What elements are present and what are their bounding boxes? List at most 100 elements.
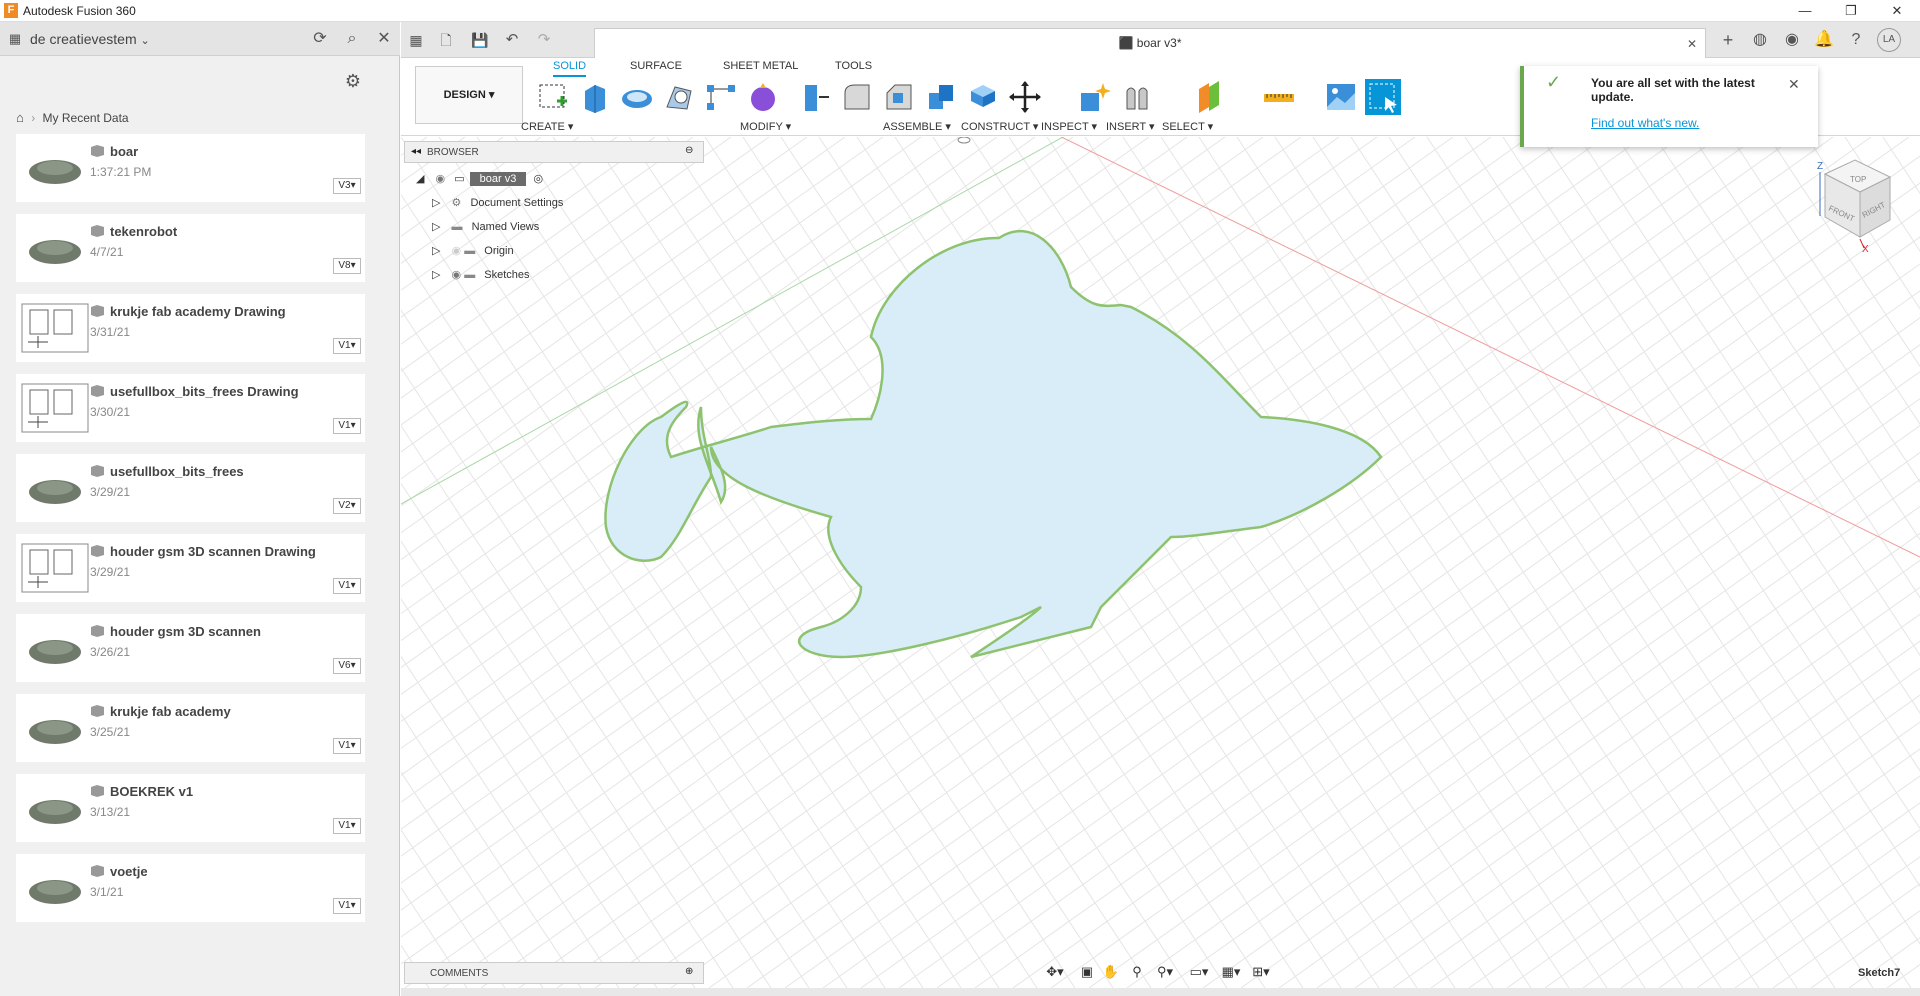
recent-file-card[interactable]: krukje fab academy Drawing 3/31/21 V1▾	[16, 294, 365, 362]
select-icon[interactable]	[1365, 79, 1401, 115]
look-at-icon[interactable]: ▣	[1076, 964, 1098, 982]
visibility-eye-icon[interactable]: ◉	[436, 173, 446, 185]
tab-tools[interactable]: TOOLS	[835, 60, 872, 72]
recent-file-card[interactable]: voetje 3/1/21 V1▾	[16, 854, 365, 922]
breadcrumb-current[interactable]: My Recent Data	[43, 111, 129, 125]
sweep-icon[interactable]	[661, 79, 697, 115]
comments-panel[interactable]: COMMENTS ⊕	[404, 962, 704, 984]
recent-file-card[interactable]: BOEKREK v1 3/13/21 V1▾	[16, 774, 365, 842]
version-dropdown[interactable]: V1▾	[333, 418, 361, 434]
chamfer-icon[interactable]	[881, 79, 917, 115]
whats-new-link[interactable]: Find out what's new.	[1591, 116, 1699, 130]
extensions-icon[interactable]: ◍	[1749, 29, 1771, 51]
measure-icon[interactable]	[1261, 79, 1297, 115]
viewports-icon[interactable]: ⊞▾	[1250, 964, 1272, 982]
revolve-icon[interactable]	[619, 79, 655, 115]
file-thumbnail[interactable]	[20, 860, 90, 916]
display-settings-icon[interactable]: ▭▾	[1188, 964, 1210, 982]
expand-triangle-icon[interactable]: ▷	[432, 197, 440, 209]
file-name[interactable]: BOEKREK v1	[110, 784, 193, 799]
file-thumbnail[interactable]	[20, 620, 90, 676]
file-name[interactable]: usefullbox_bits_frees	[110, 464, 244, 479]
tree-node-origin[interactable]: ▷ ◉ ▬ Origin	[432, 244, 514, 264]
orbit-icon[interactable]: ✥▾	[1044, 964, 1066, 982]
file-name[interactable]: boar	[110, 144, 138, 159]
view-cube[interactable]: TOP FRONT RIGHT Z X	[1800, 152, 1900, 262]
user-avatar[interactable]: LA	[1877, 28, 1901, 52]
extrude-icon[interactable]	[577, 79, 613, 115]
create-sketch-icon[interactable]	[535, 79, 571, 115]
close-panel-icon[interactable]: ✕	[373, 28, 395, 50]
tree-node-sketches[interactable]: ▷ ◉ ▬ Sketches	[432, 268, 530, 288]
recent-file-card[interactable]: boar 1:37:21 PM V3▾	[16, 134, 365, 202]
help-icon[interactable]: ?	[1845, 29, 1867, 51]
inspect-menu[interactable]: INSPECT ▾	[1041, 120, 1097, 133]
view-cube-top-label[interactable]: TOP	[1850, 175, 1866, 184]
tree-root[interactable]: ◢ ◉ ▭ boar v3 ◎	[416, 172, 543, 192]
combine-icon[interactable]	[965, 79, 1001, 115]
move-copy-icon[interactable]	[1007, 79, 1043, 115]
redo-icon[interactable]: ↷	[533, 29, 555, 51]
file-thumbnail[interactable]	[20, 780, 90, 836]
tab-solid[interactable]: SOLID	[553, 60, 587, 77]
file-thumbnail[interactable]	[20, 300, 90, 356]
version-dropdown[interactable]: V8▾	[333, 258, 361, 274]
file-name[interactable]: krukje fab academy Drawing	[110, 304, 286, 319]
new-component-icon[interactable]	[1077, 79, 1113, 115]
offset-plane-icon[interactable]	[1191, 79, 1227, 115]
recent-file-card[interactable]: krukje fab academy 3/25/21 V1▾	[16, 694, 365, 762]
undo-icon[interactable]: ↶	[501, 29, 523, 51]
rib-icon[interactable]	[703, 79, 739, 115]
tab-surface[interactable]: SURFACE	[630, 60, 682, 72]
workspace-switcher[interactable]: DESIGN ▾	[415, 66, 523, 124]
tab-sheet-metal[interactable]: SHEET METAL	[723, 60, 798, 72]
select-menu[interactable]: SELECT ▾	[1162, 120, 1213, 133]
close-tab-icon[interactable]: ✕	[1681, 33, 1703, 55]
new-tab-icon[interactable]: +	[1717, 29, 1739, 51]
version-dropdown[interactable]: V3▾	[333, 178, 361, 194]
assemble-menu[interactable]: ASSEMBLE ▾	[883, 120, 951, 133]
visibility-eye-icon[interactable]: ◉	[452, 269, 462, 281]
version-dropdown[interactable]: V6▾	[333, 658, 361, 674]
file-name[interactable]: houder gsm 3D scannen Drawing	[110, 544, 316, 559]
fit-icon[interactable]: ⚲▾	[1154, 964, 1176, 982]
form-icon[interactable]	[745, 79, 781, 115]
recent-file-card[interactable]: usefullbox_bits_frees Drawing 3/30/21 V1▾	[16, 374, 365, 442]
file-name[interactable]: usefullbox_bits_frees Drawing	[110, 384, 299, 399]
insert-image-icon[interactable]	[1323, 79, 1359, 115]
activate-component-icon[interactable]: ◎	[533, 173, 543, 185]
insert-menu[interactable]: INSERT ▾	[1106, 120, 1155, 133]
recent-file-card[interactable]: houder gsm 3D scannen 3/26/21 V6▾	[16, 614, 365, 682]
team-selector[interactable]: de creatievestem ⌄	[30, 31, 150, 47]
minimize-button[interactable]: —	[1782, 0, 1828, 22]
close-button[interactable]: ✕	[1874, 0, 1920, 22]
close-notification-icon[interactable]: ✕	[1788, 76, 1800, 93]
tree-node-document-settings[interactable]: ▷ ⚙ Document Settings	[432, 196, 563, 216]
tree-node-named-views[interactable]: ▷ ▬ Named Views	[432, 220, 539, 240]
version-dropdown[interactable]: V1▾	[333, 898, 361, 914]
expand-triangle-icon[interactable]: ▷	[432, 269, 440, 281]
document-tab[interactable]: ⬛ boar v3* ✕	[594, 28, 1706, 58]
expand-triangle-icon[interactable]: ▷	[432, 221, 440, 233]
file-thumbnail[interactable]	[20, 140, 90, 196]
gear-icon[interactable]: ⚙	[342, 70, 364, 92]
recent-file-card[interactable]: usefullbox_bits_frees 3/29/21 V2▾	[16, 454, 365, 522]
hidden-eye-icon[interactable]: ◉	[452, 245, 462, 257]
fillet-icon[interactable]	[839, 79, 875, 115]
zoom-icon[interactable]: ⚲	[1126, 964, 1148, 982]
version-dropdown[interactable]: V1▾	[333, 338, 361, 354]
version-dropdown[interactable]: V1▾	[333, 738, 361, 754]
file-name[interactable]: houder gsm 3D scannen	[110, 624, 261, 639]
joint-icon[interactable]	[1119, 79, 1155, 115]
add-comment-icon[interactable]: ⊕	[685, 966, 693, 977]
data-panel-toggle-icon[interactable]: ▦	[405, 29, 427, 51]
home-icon[interactable]: ⌂	[16, 110, 24, 125]
create-menu[interactable]: CREATE ▾	[521, 120, 573, 133]
file-name[interactable]: voetje	[110, 864, 148, 879]
recent-file-card[interactable]: houder gsm 3D scannen Drawing 3/29/21 V1▾	[16, 534, 365, 602]
shell-icon[interactable]	[923, 79, 959, 115]
file-name[interactable]: tekenrobot	[110, 224, 177, 239]
version-dropdown[interactable]: V1▾	[333, 818, 361, 834]
job-status-icon[interactable]: ◉	[1781, 29, 1803, 51]
file-thumbnail[interactable]	[20, 700, 90, 756]
